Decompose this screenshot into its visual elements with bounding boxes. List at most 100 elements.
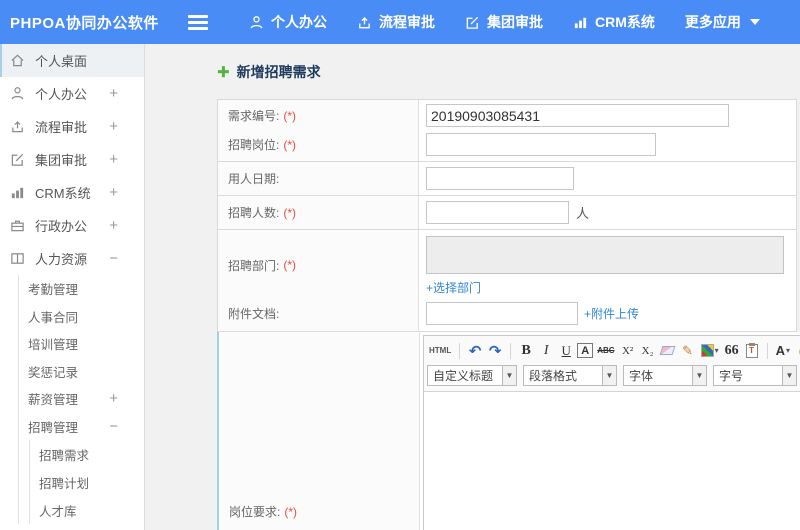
page-title-text: 新增招聘需求	[236, 64, 321, 80]
expand-plus-icon[interactable]: +	[109, 151, 118, 168]
collapse-minus-icon[interactable]: −	[109, 418, 118, 435]
form-row-req-no: 需求编号: (*)	[217, 99, 797, 131]
briefcase-icon	[10, 218, 26, 234]
chevron-down-icon[interactable]: ▼	[693, 365, 707, 386]
html-source-button[interactable]: HTML	[427, 341, 453, 360]
sidebar-item-desktop[interactable]: 个人桌面	[0, 44, 144, 77]
topbar: PHPOA协同办公软件 个人办公 流程审批 集团审批 CRM系统 更多应用	[0, 0, 800, 44]
paragraph-format-select[interactable]: 段落格式 ▼	[523, 365, 617, 386]
nav-label: CRM系统	[595, 14, 655, 30]
expand-plus-icon[interactable]: +	[109, 217, 118, 234]
undo-button[interactable]: ↶	[466, 341, 484, 360]
form-row-hire-date: 用人日期:	[217, 162, 797, 196]
field-label: 需求编号: (*)	[218, 100, 419, 131]
format-brush-button[interactable]: ✎	[679, 341, 697, 360]
sidebar-item-rewards[interactable]: 奖惩记录	[19, 358, 144, 386]
font-size-select[interactable]: 字号 ▼	[713, 365, 797, 386]
department-textarea[interactable]	[426, 236, 784, 274]
font-color-button[interactable]: A ▾	[774, 341, 792, 360]
chevron-down-icon[interactable]: ▼	[503, 365, 517, 386]
form-row-department: 招聘部门: (*) +选择部门	[217, 230, 797, 300]
subscript-button[interactable]: X₂	[639, 341, 657, 360]
rich-text-editor: HTML ↶ ↷ B I U A ABC X² X₂ ✎ ▾ 66 T A ▾ …	[423, 335, 800, 530]
bar-chart-icon	[573, 15, 588, 30]
sidebar-item-personal-office[interactable]: 个人办公 +	[0, 77, 144, 110]
sidebar-item-recruit-mgmt[interactable]: 招聘管理 −	[19, 413, 144, 441]
expand-plus-icon[interactable]: +	[109, 85, 118, 102]
form-row-headcount: 招聘人数: (*) 人	[217, 196, 797, 230]
bar-chart-icon	[10, 185, 26, 201]
nav-group-approval[interactable]: 集团审批	[450, 0, 558, 44]
sidebar-item-salary[interactable]: 薪资管理 +	[19, 385, 144, 413]
edit-icon	[465, 15, 480, 30]
remove-format-eraser-button[interactable]	[659, 341, 677, 360]
nav-personal-office[interactable]: 个人办公	[234, 0, 342, 44]
form-row-job-requirements: 岗位要求: (*) HTML ↶ ↷ B I U A ABC X² X₂ ✎ ▾…	[217, 332, 800, 530]
underline-button[interactable]: U	[557, 341, 575, 360]
nav-more-apps[interactable]: 更多应用	[670, 0, 775, 44]
sidebar-item-crm[interactable]: CRM系统 +	[0, 176, 144, 209]
sidebar-item-recruit-plan[interactable]: 招聘计划	[30, 468, 144, 496]
italic-button[interactable]: I	[537, 341, 555, 360]
sidebar-item-label: 行政办公	[35, 219, 88, 234]
sidebar-item-attendance[interactable]: 考勤管理	[19, 275, 144, 303]
required-mark: (*)	[283, 258, 297, 272]
sidebar-item-hr[interactable]: 人力资源 −	[0, 242, 144, 275]
sidebar-item-group-approval[interactable]: 集团审批 +	[0, 143, 144, 176]
required-mark: (*)	[283, 137, 297, 152]
field-label: 用人日期:	[218, 162, 419, 195]
sidebar-item-label: CRM系统	[35, 186, 91, 201]
editor-content-area[interactable]	[424, 392, 800, 530]
sidebar-item-label: 个人桌面	[35, 54, 88, 69]
sidebar-item-label: 考勤管理	[28, 283, 79, 298]
chevron-down-icon[interactable]: ▼	[603, 365, 617, 386]
expand-plus-icon[interactable]: +	[109, 118, 118, 135]
sidebar-item-hr-contract[interactable]: 人事合同	[19, 303, 144, 331]
book-icon	[10, 251, 26, 267]
select-department-link[interactable]: +选择部门	[426, 279, 481, 296]
sidebar-item-workflow-approval[interactable]: 流程审批 +	[0, 110, 144, 143]
expand-plus-icon[interactable]: +	[109, 184, 118, 201]
font-family-select[interactable]: 字体 ▼	[623, 365, 707, 386]
req-no-input[interactable]	[426, 104, 729, 127]
sidebar-item-training[interactable]: 培训管理	[19, 330, 144, 358]
form-row-position: 招聘岗位: (*)	[217, 128, 797, 162]
sidebar-item-talent-pool[interactable]: 人才库	[30, 496, 144, 524]
paste-as-text-button[interactable]: T	[743, 341, 761, 360]
menu-toggle-icon[interactable]	[188, 14, 208, 30]
required-mark: (*)	[284, 504, 298, 519]
sidebar-item-label: 招聘需求	[39, 448, 90, 463]
chevron-down-icon[interactable]: ▼	[783, 365, 797, 386]
attachment-upload-link[interactable]: +附件上传	[584, 305, 639, 322]
flow-arrow-icon	[10, 119, 26, 135]
strikethrough-button[interactable]: ABC	[595, 341, 616, 360]
flow-arrow-icon	[357, 15, 372, 30]
headcount-input[interactable]	[426, 201, 569, 224]
expand-plus-icon[interactable]: +	[109, 390, 118, 407]
edit-icon	[10, 152, 26, 168]
bold-button[interactable]: B	[517, 341, 535, 360]
sidebar-item-label: 培训管理	[28, 338, 79, 353]
emoticon-button[interactable]: ☺	[794, 341, 800, 360]
sidebar-item-label: 人力资源	[35, 252, 88, 267]
hr-submenu: 考勤管理 人事合同 培训管理 奖惩记录 薪资管理 + 招聘管理 − 招聘需求 招…	[18, 275, 144, 524]
collapse-minus-icon[interactable]: −	[109, 250, 118, 267]
font-style-button[interactable]: A	[577, 343, 594, 358]
nav-workflow-approval[interactable]: 流程审批	[342, 0, 450, 44]
headcount-unit-label: 人	[576, 206, 590, 221]
position-input[interactable]	[426, 133, 656, 156]
sidebar-item-label: 奖惩记录	[28, 365, 79, 380]
color-palette-button[interactable]: ▾	[699, 341, 721, 360]
field-label: 招聘部门: (*)	[218, 230, 419, 300]
custom-title-select[interactable]: 自定义标题 ▼	[427, 365, 517, 386]
sidebar: 个人桌面 个人办公 + 流程审批 + 集团审批 + CRM系统 + 行政办公 +…	[0, 44, 145, 530]
attachment-input[interactable]	[426, 301, 578, 325]
sidebar-item-admin-office[interactable]: 行政办公 +	[0, 209, 144, 242]
superscript-button[interactable]: X²	[619, 341, 637, 360]
redo-button[interactable]: ↷	[486, 341, 504, 360]
nav-crm-system[interactable]: CRM系统	[558, 0, 670, 44]
sidebar-item-recruit-demand[interactable]: 招聘需求	[30, 440, 144, 468]
hire-date-input[interactable]	[426, 167, 574, 190]
home-icon	[10, 53, 26, 69]
blockquote-button[interactable]: 66	[723, 341, 741, 360]
